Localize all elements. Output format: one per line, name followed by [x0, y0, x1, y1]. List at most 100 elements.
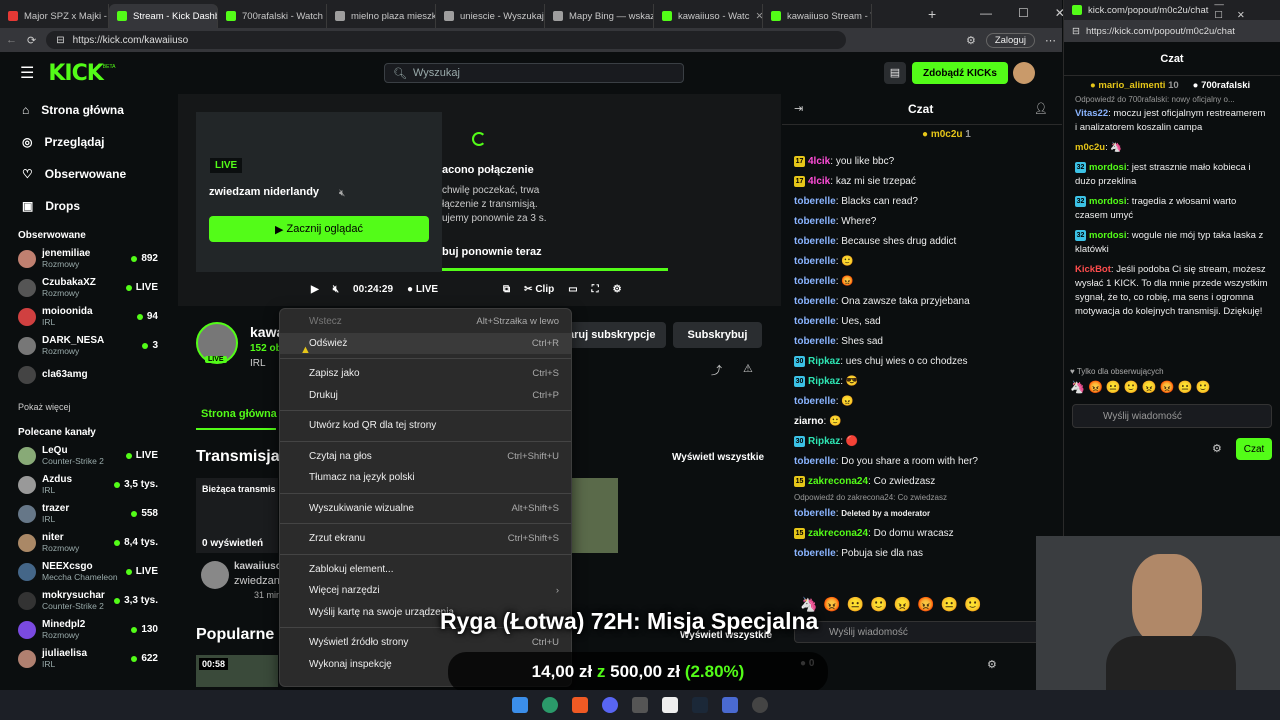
channel-item[interactable]: mokrysuchar Counter-Strike 2 3,3 tys.	[0, 586, 176, 615]
current-stream-card[interactable]: Bieżąca transmis 0 wyświetleń	[196, 478, 278, 553]
channel-avatar[interactable]	[18, 249, 36, 268]
menu-item[interactable]: Zapisz jako Ctrl+S	[280, 363, 571, 385]
chat-username[interactable]: toberelle	[794, 276, 836, 287]
search-bar[interactable]: 🔍︎ Wyszukaj	[384, 63, 684, 83]
popout-settings-icon[interactable]: ⚙	[1212, 442, 1222, 455]
site-info-icon[interactable]: ⊟	[56, 35, 64, 46]
view-all-link[interactable]: Wyświetl wszystkie	[672, 452, 764, 463]
settings-icon[interactable]: ⚙	[613, 284, 622, 295]
menu-item[interactable]: Zablokuj element...	[280, 559, 571, 581]
gift-subs-button[interactable]: aruj subskrypcje	[560, 322, 666, 348]
channel-avatar[interactable]	[18, 475, 36, 494]
browser-tab[interactable]: Major SPZ x Majki -✕	[0, 4, 109, 28]
chat-username[interactable]: Ripkaz	[808, 356, 840, 367]
channel-item[interactable]: niter Rozmowy 8,4 tys.	[0, 528, 176, 557]
app-icon[interactable]	[722, 697, 738, 713]
channel-item[interactable]: cla63amg	[0, 360, 176, 389]
window-controls[interactable]: —☐✕	[1214, 0, 1272, 21]
chat-username[interactable]: mordosi	[1089, 162, 1126, 173]
volume-mute-icon[interactable]: 🔇︎	[333, 284, 339, 295]
channel-avatar[interactable]	[18, 365, 36, 384]
channel-avatar[interactable]	[18, 591, 36, 610]
menu-item[interactable]: Odśwież Ctrl+R	[280, 332, 571, 354]
live-indicator[interactable]: ● LIVE	[407, 284, 438, 295]
video-title[interactable]: zwiedzan	[234, 575, 280, 587]
channel-item[interactable]: trazer IRL 558	[0, 499, 176, 528]
fullscreen-icon[interactable]: ⛶	[592, 284, 599, 295]
kicks-button[interactable]: Zdobądź KICKs	[912, 62, 1008, 84]
menu-item[interactable]: Zrzut ekranu Ctrl+Shift+S	[280, 528, 571, 550]
chat-username[interactable]: m0c2u	[1075, 142, 1105, 153]
obs-icon[interactable]	[632, 697, 648, 713]
chat-username[interactable]: ziarno	[794, 416, 823, 427]
channel-item[interactable]: CzubakaXZ Rozmowy LIVE	[0, 273, 176, 302]
brave-icon[interactable]	[572, 697, 588, 713]
channel-item[interactable]: DARK_NESA Rozmowy 3	[0, 331, 176, 360]
reload-icon[interactable]: ⟳	[27, 34, 36, 47]
site-info-icon[interactable]: ⊟	[1072, 26, 1080, 37]
chat-username[interactable]: zakrecona24	[808, 476, 868, 487]
epic-games-icon[interactable]	[662, 697, 678, 713]
channel-avatar[interactable]	[18, 504, 36, 523]
show-more-link[interactable]: Pokaż więcej	[0, 399, 176, 415]
sidebar-nav-item[interactable]: ♡ Obserwowane	[0, 158, 176, 190]
pip-icon[interactable]: ⧉	[503, 284, 510, 295]
chat-username[interactable]: Vitas22	[1075, 108, 1108, 119]
windows-start-icon[interactable]	[512, 697, 528, 713]
pinned-gifter[interactable]: ● m0c2u 1	[922, 129, 971, 140]
video-player[interactable]: LIVE zwiedzam niderlandy 🔇︎ ▶ Zacznij og…	[178, 94, 781, 306]
new-tab-button[interactable]: +	[928, 6, 936, 22]
chat-username[interactable]: 4lcik	[808, 156, 830, 167]
channel-item[interactable]: jiuliaelisa IRL 622	[0, 644, 176, 673]
channel-item[interactable]: moioonida IRL 94	[0, 302, 176, 331]
minimize-icon[interactable]: —	[980, 6, 992, 20]
subscribe-button[interactable]: Subskrybuj	[673, 322, 762, 348]
menu-item[interactable]: Utwórz kod QR dla tej strony	[280, 415, 571, 437]
chat-username[interactable]: mordosi	[1089, 196, 1126, 207]
channel-avatar[interactable]	[18, 533, 36, 552]
steam-icon[interactable]	[692, 697, 708, 713]
video-channel-name[interactable]: kawaiiuso	[234, 561, 282, 572]
top-gifter-1[interactable]: ● mario_alimenti 10	[1090, 80, 1179, 91]
login-button[interactable]: Zaloguj	[985, 32, 1035, 48]
back-icon[interactable]: ←	[6, 34, 17, 46]
top-gifter-2[interactable]: ● 700rafalski	[1193, 80, 1251, 91]
maximize-icon[interactable]: ☐	[1018, 6, 1029, 20]
browser-tab[interactable]: 700rafalski - Watch✕	[218, 4, 327, 28]
menu-item[interactable]: Czytaj na głos Ctrl+Shift+U	[280, 446, 571, 468]
menu-item[interactable]: Drukuj Ctrl+P	[280, 385, 571, 407]
popular-video-thumb[interactable]: 00:58	[196, 655, 278, 687]
play-icon[interactable]: ▶	[311, 284, 319, 295]
channel-avatar[interactable]	[18, 649, 36, 668]
menu-item[interactable]: Tłumacz na język polski	[280, 467, 571, 489]
channel-item[interactable]: NEEXcsgo Meccha Chameleon LIVE	[0, 557, 176, 586]
collapse-chat-icon[interactable]: ⇥	[794, 102, 803, 115]
menu-dots-icon[interactable]: ⋯	[1045, 34, 1056, 47]
chat-username[interactable]: toberelle	[794, 548, 836, 559]
user-avatar[interactable]	[1013, 62, 1035, 84]
muted-icon[interactable]: 🔇︎	[339, 188, 345, 199]
kick-logo[interactable]: KICK	[48, 61, 103, 86]
chat-username[interactable]: Ripkaz	[808, 376, 840, 387]
hamburger-icon[interactable]: ☰	[20, 63, 34, 83]
tab-home[interactable]: Strona główna	[201, 408, 277, 420]
report-icon[interactable]: ⚠	[743, 362, 753, 375]
browser-tab[interactable]: Mapy Bing — wskaz✕	[545, 4, 654, 28]
start-watching-button[interactable]: ▶ Zacznij oglądać	[209, 216, 429, 242]
video-channel-avatar[interactable]	[201, 561, 229, 589]
chat-username[interactable]: KickBot	[1075, 264, 1111, 275]
obs-studio-icon[interactable]	[752, 697, 768, 713]
discord-icon[interactable]	[602, 697, 618, 713]
chat-username[interactable]: toberelle	[794, 316, 836, 327]
chat-username[interactable]: toberelle	[794, 396, 836, 407]
channel-avatar[interactable]	[18, 307, 36, 326]
channel-avatar[interactable]	[18, 336, 36, 355]
browser-tab[interactable]: mielno plaza mieszk✕	[327, 4, 436, 28]
chat-username[interactable]: toberelle	[794, 196, 836, 207]
browser-tab[interactable]: kawaiiuso - Watc ✕	[654, 4, 763, 28]
chat-username[interactable]: Ripkaz	[808, 436, 840, 447]
chat-username[interactable]: zakrecona24	[808, 528, 868, 539]
popout-chat-input[interactable]: Wyślij wiadomość	[1072, 404, 1272, 428]
share-icon[interactable]: ⤴	[711, 362, 722, 378]
channel-item[interactable]: Minedpl2 Rozmowy 130	[0, 615, 176, 644]
